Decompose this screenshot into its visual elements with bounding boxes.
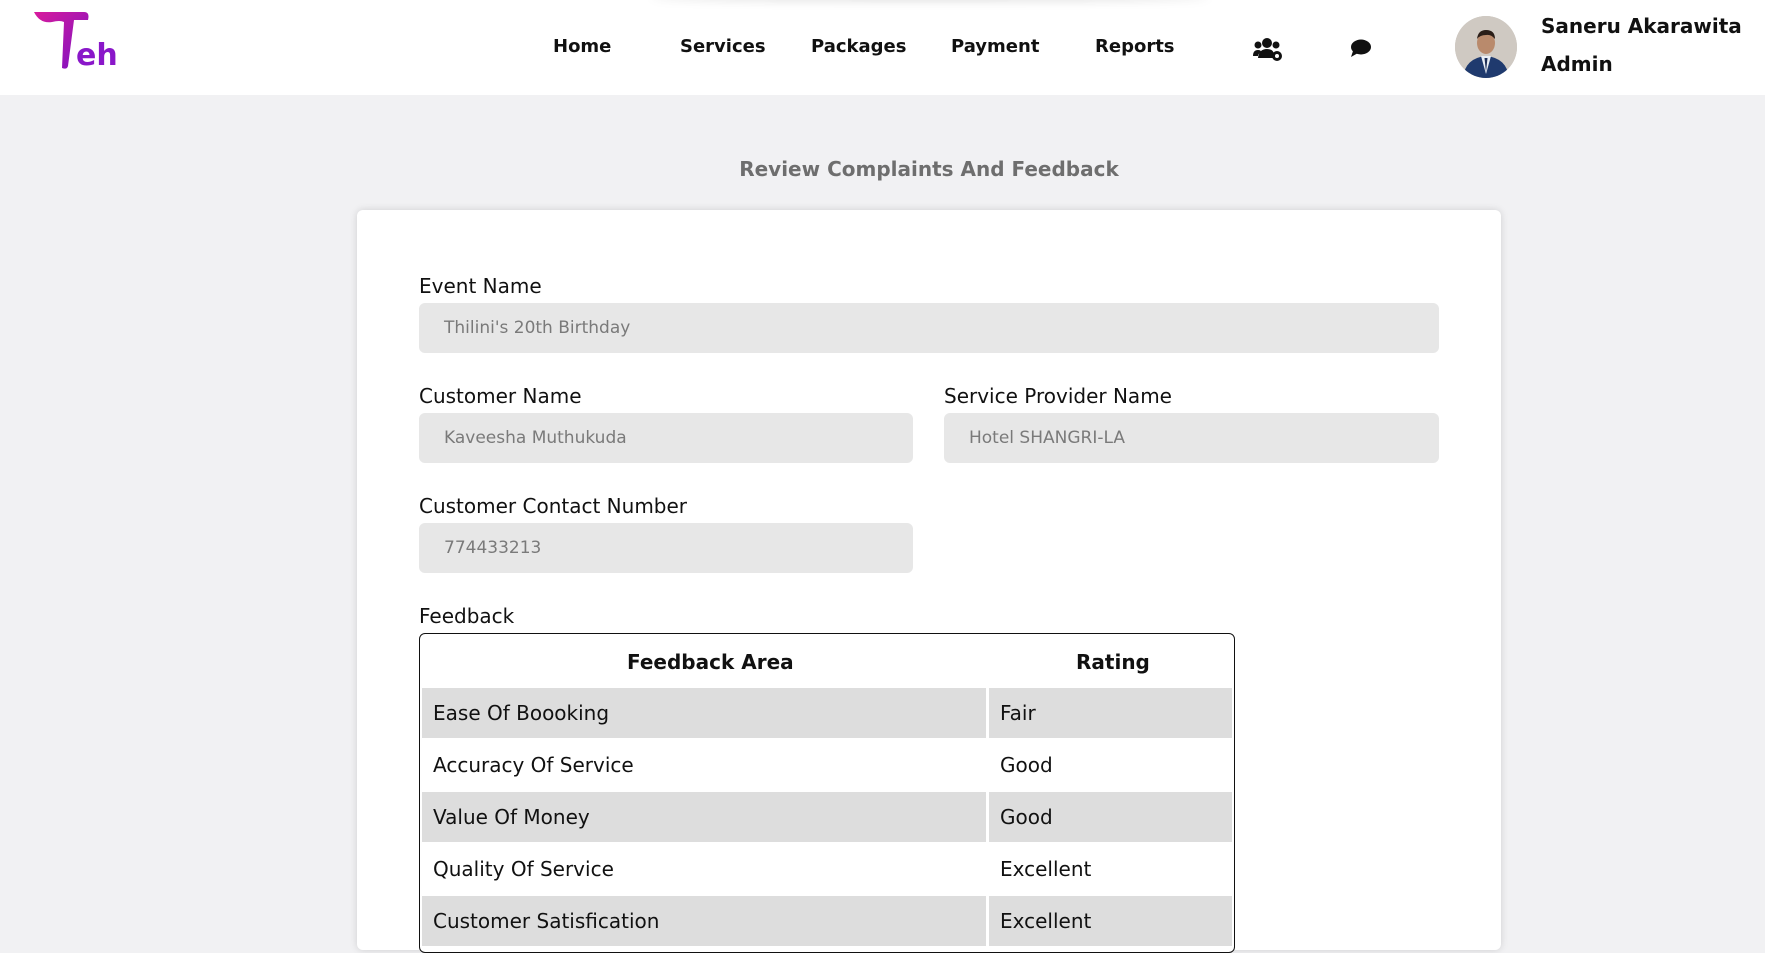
service-provider-name-label: Service Provider Name — [944, 384, 1172, 408]
rating-cell: Good — [1000, 753, 1053, 777]
customer-contact-number-label: Customer Contact Number — [419, 494, 688, 518]
feedback-area-cell: Quality Of Service — [433, 857, 614, 881]
service-provider-name-field[interactable]: Hotel SHANGRI-LA — [944, 413, 1439, 463]
feedback-area-cell: Accuracy Of Service — [433, 753, 634, 777]
rating-cell: Excellent — [989, 896, 1232, 946]
feedback-area-header: Feedback Area — [627, 650, 794, 674]
table-row: Customer Satisfication Excellent — [422, 896, 1232, 946]
feedback-table: Feedback Area Rating Ease Of Boooking Fa… — [419, 633, 1235, 953]
event-name-label: Event Name — [419, 274, 542, 298]
user-role: Admin — [1541, 52, 1613, 76]
event-name-field[interactable]: Thilini's 20th Birthday — [419, 303, 1439, 353]
page-title-container: Review Complaints And Feedback — [0, 157, 1765, 181]
feedback-label: Feedback — [419, 604, 515, 628]
table-row: Accuracy Of Service Good — [422, 740, 1232, 790]
users-settings-icon[interactable] — [1253, 36, 1283, 62]
table-row: Quality Of Service Excellent — [422, 844, 1232, 894]
table-row: Value Of Money Good — [422, 792, 1232, 842]
table-row: Ease Of Boooking Fair — [422, 688, 1232, 738]
nav-reports[interactable]: Reports — [1095, 36, 1175, 57]
feedback-area-cell: Value Of Money — [422, 792, 986, 842]
user-avatar[interactable] — [1455, 16, 1517, 78]
customer-contact-number-field[interactable]: 774433213 — [419, 523, 913, 573]
top-navigation-bar: eh Home Services Packages Payment Report… — [0, 0, 1765, 95]
page-title: Review Complaints And Feedback — [739, 157, 1119, 181]
nav-services[interactable]: Services — [680, 36, 766, 57]
rating-cell: Good — [989, 792, 1232, 842]
nav-home[interactable]: Home — [553, 36, 611, 57]
feedback-area-cell: Ease Of Boooking — [422, 688, 986, 738]
customer-name-field[interactable]: Kaveesha Muthukuda — [419, 413, 913, 463]
rating-cell: Fair — [989, 688, 1232, 738]
user-name: Saneru Akarawita — [1541, 14, 1742, 38]
customer-name-label: Customer Name — [419, 384, 582, 408]
nav-payment[interactable]: Payment — [951, 36, 1039, 57]
rating-header: Rating — [1076, 650, 1150, 674]
feedback-area-cell: Customer Satisfication — [422, 896, 986, 946]
nav-packages[interactable]: Packages — [811, 36, 906, 57]
chat-bubble-icon[interactable] — [1349, 36, 1379, 62]
rating-cell: Excellent — [1000, 857, 1092, 881]
